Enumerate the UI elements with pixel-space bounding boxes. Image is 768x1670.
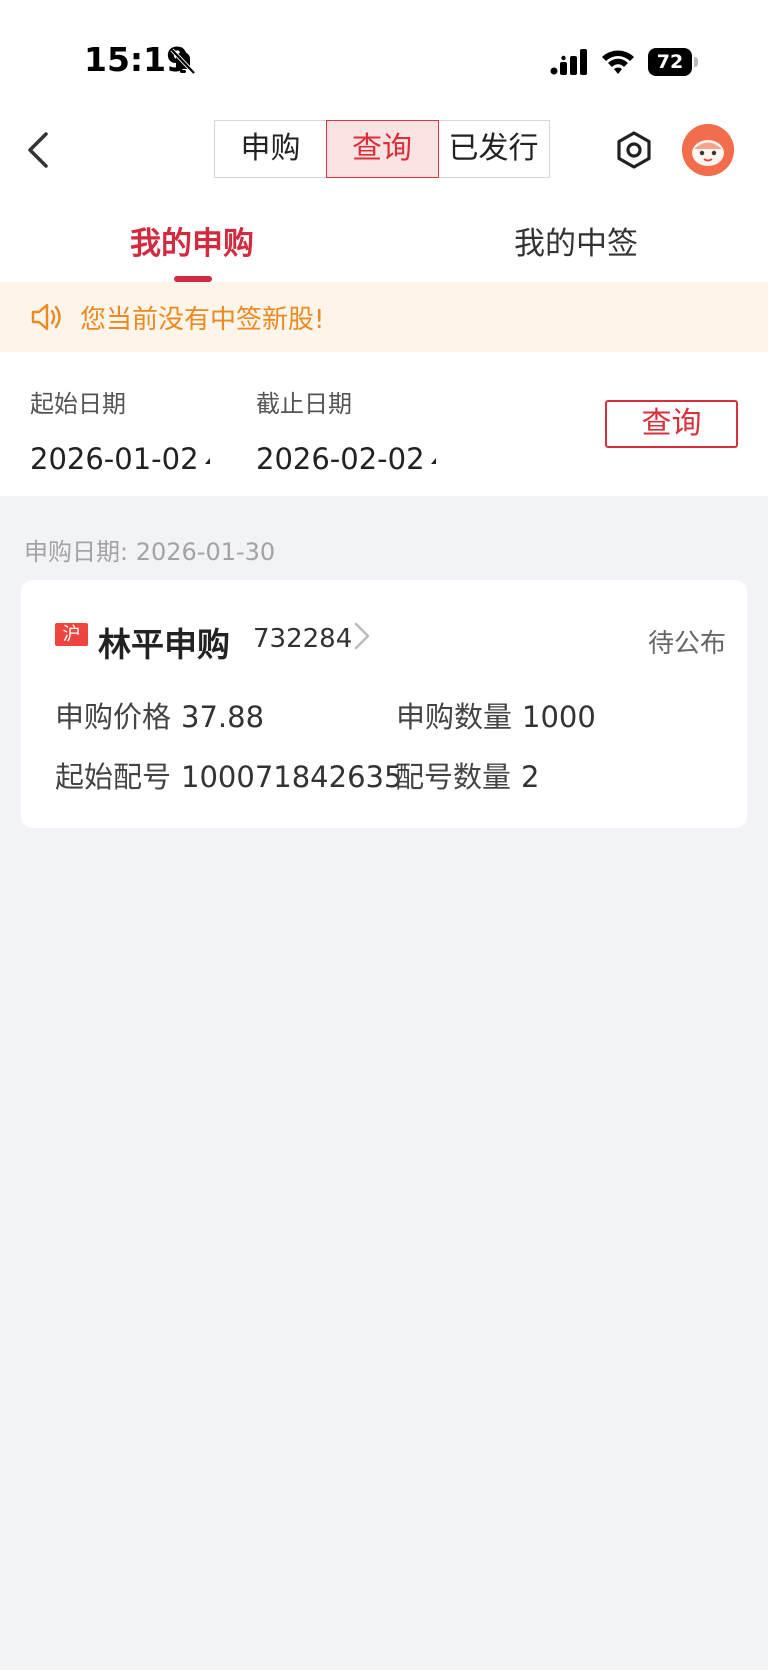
start-number-label: 起始配号 — [55, 760, 172, 794]
segment-subscribe[interactable]: 申购 — [214, 120, 327, 178]
end-date-value: 2026-02-02 — [256, 442, 425, 476]
start-date-picker[interactable]: 2026-01-02 — [30, 442, 210, 476]
wifi-icon — [602, 50, 634, 74]
quantity-label: 申购数量 — [396, 700, 513, 734]
tab-my-winnings[interactable]: 我的中签 — [514, 218, 638, 263]
assistant-avatar[interactable] — [682, 124, 734, 176]
end-date-picker[interactable]: 2026-02-02 — [256, 442, 436, 476]
stock-code: 732284 — [253, 624, 353, 654]
notice-banner: 您当前没有中签新股! — [0, 282, 768, 352]
dropdown-triangle-icon — [430, 458, 436, 464]
header-area: 15:19 72 申购 查询 已发行 我的申购 我的中签 您当前没有中签新股! … — [0, 0, 768, 496]
cell-signal-icon — [550, 49, 587, 75]
segment-query[interactable]: 查询 — [325, 120, 439, 178]
quantity-field: 申购数量 1000 — [396, 694, 596, 736]
stock-name: 林平申购 — [98, 625, 230, 664]
subscription-record-card[interactable]: 沪 林平申购 732284 待公布 申购价格 37.88 申购数量 1000 起始配… — [21, 580, 747, 828]
number-count-value: 2 — [521, 760, 540, 794]
price-field: 申购价格 37.88 — [55, 694, 264, 736]
start-date-value: 2026-01-02 — [30, 442, 199, 476]
segment-issued[interactable]: 已发行 — [437, 120, 550, 178]
market-badge: 沪 — [55, 623, 88, 646]
assistant-face-icon — [682, 124, 734, 176]
battery-indicator: 72 — [648, 48, 698, 76]
speaker-icon — [31, 303, 61, 331]
settings-gear-icon[interactable] — [612, 128, 656, 172]
price-value: 37.88 — [181, 700, 265, 734]
end-date-label: 截止日期 — [256, 390, 352, 418]
status-badge: 待公布 — [648, 629, 727, 659]
number-count-field: 配号数量 2 — [395, 754, 539, 796]
tab-my-subscriptions[interactable]: 我的申购 — [130, 218, 254, 263]
chevron-right-icon[interactable] — [351, 620, 373, 652]
dropdown-triangle-icon — [204, 458, 210, 464]
back-arrow-icon[interactable] — [22, 128, 58, 172]
start-date-label: 起始日期 — [30, 390, 126, 418]
price-label: 申购价格 — [55, 700, 172, 734]
segmented-control: 申购 查询 已发行 — [214, 120, 550, 178]
quantity-value: 1000 — [522, 700, 596, 734]
subscription-date-header: 申购日期: 2026-01-30 — [24, 538, 276, 566]
muted-bell-icon — [170, 48, 196, 75]
number-count-label: 配号数量 — [395, 760, 512, 794]
start-number-value: 100071842635 — [181, 760, 403, 794]
battery-level: 72 — [648, 48, 692, 76]
start-number-field: 起始配号 100071842635 — [55, 754, 402, 796]
notice-text: 您当前没有中签新股! — [80, 305, 325, 335]
query-button[interactable]: 查询 — [605, 400, 738, 448]
